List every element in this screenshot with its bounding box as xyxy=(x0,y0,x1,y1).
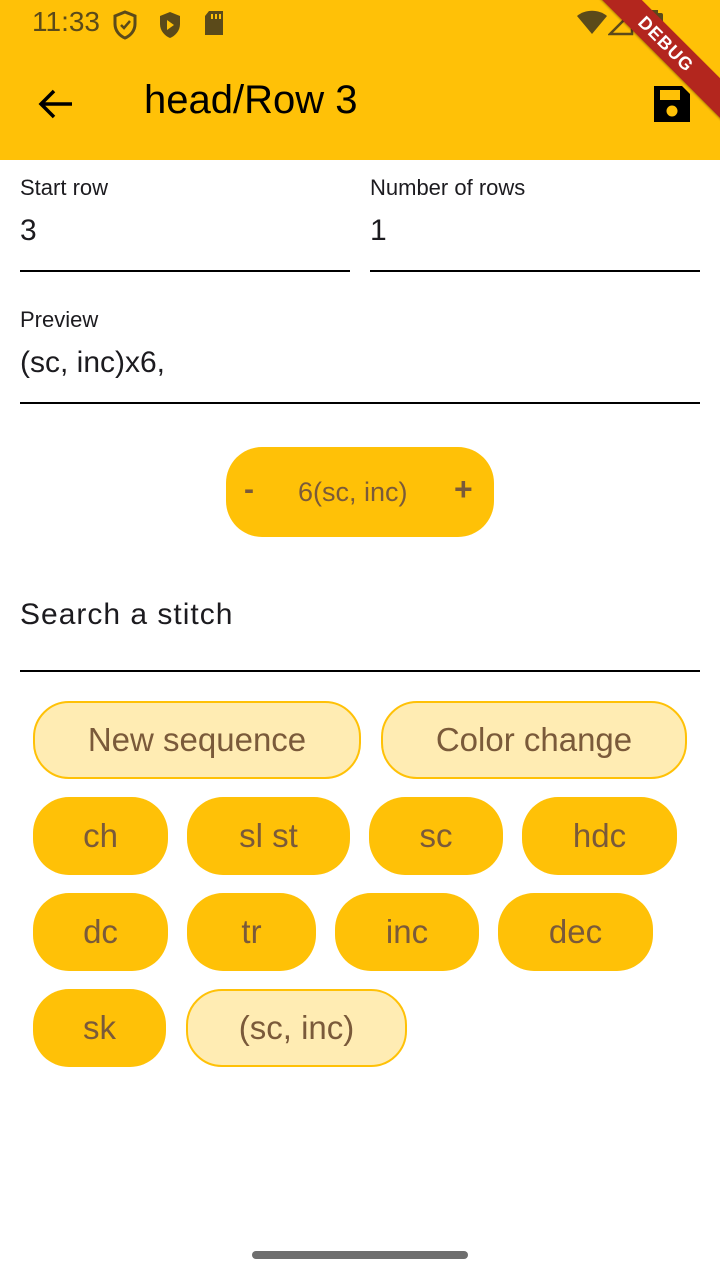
number-of-rows-field[interactable]: Number of rows 1 xyxy=(370,170,700,272)
page-title: head/Row 3 xyxy=(144,78,358,122)
status-time: 11:33 xyxy=(32,6,100,37)
number-of-rows-label: Number of rows xyxy=(370,175,526,200)
chip-hdc[interactable]: hdc xyxy=(522,797,677,875)
chip-new-sequence[interactable]: New sequence xyxy=(33,701,361,779)
app-bar: 11:33 DEBUG head/Row 3 xyxy=(0,0,720,160)
preview-label: Preview xyxy=(20,307,99,332)
search-input[interactable]: Search a stitch xyxy=(20,584,700,672)
increment-button[interactable]: + xyxy=(454,471,473,508)
save-icon xyxy=(654,86,690,122)
chip-sl-st[interactable]: sl st xyxy=(187,797,350,875)
chip-color-change[interactable]: Color change xyxy=(381,701,687,779)
preview-field[interactable]: Preview (sc, inc)x6, xyxy=(20,302,700,404)
repeat-counter: - 6(sc, inc) + xyxy=(226,447,494,537)
decrement-button[interactable]: - xyxy=(244,473,254,507)
chip-inc[interactable]: inc xyxy=(335,893,479,971)
wifi-icon xyxy=(576,10,608,41)
home-gesture-bar[interactable] xyxy=(252,1251,468,1259)
sd-card-icon xyxy=(203,10,225,41)
play-protect-icon xyxy=(158,10,182,45)
chip-sk[interactable]: sk xyxy=(33,989,166,1067)
chip-ch[interactable]: ch xyxy=(33,797,168,875)
save-button[interactable] xyxy=(652,84,692,124)
search-placeholder: Search a stitch xyxy=(20,598,234,631)
start-row-label: Start row xyxy=(20,175,109,200)
chip-sc-inc[interactable]: (sc, inc) xyxy=(186,989,407,1067)
shield-icon xyxy=(112,10,138,45)
number-of-rows-value: 1 xyxy=(370,214,387,247)
start-row-field[interactable]: Start row 3 xyxy=(20,170,350,272)
start-row-value: 3 xyxy=(20,214,37,247)
chip-dc[interactable]: dc xyxy=(33,893,168,971)
arrow-back-icon xyxy=(38,89,72,119)
chip-dec[interactable]: dec xyxy=(498,893,653,971)
back-button[interactable] xyxy=(36,84,76,124)
chip-sc[interactable]: sc xyxy=(369,797,503,875)
chip-tr[interactable]: tr xyxy=(187,893,316,971)
preview-value: (sc, inc)x6, xyxy=(20,346,166,379)
repeat-count-text: 6(sc, inc) xyxy=(298,477,408,507)
